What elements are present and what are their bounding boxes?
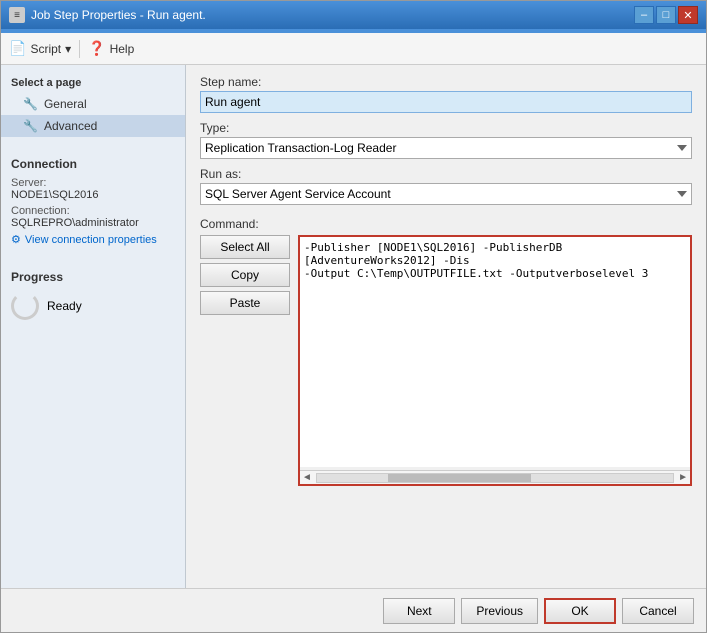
help-icon: ❓ (88, 40, 105, 57)
connection-link-icon: ⚙ (11, 233, 21, 246)
horizontal-scrollbar[interactable]: ◄ ► (300, 470, 690, 484)
progress-spinner (11, 292, 39, 320)
script-label: Script (30, 42, 61, 56)
scrollbar-thumb (388, 474, 530, 482)
select-all-button[interactable]: Select All (200, 235, 290, 259)
previous-button[interactable]: Previous (461, 598, 538, 624)
step-name-input[interactable] (200, 91, 692, 113)
command-textarea-wrapper: -Publisher [NODE1\SQL2016] -PublisherDB … (298, 235, 692, 486)
toolbar-sep (79, 40, 80, 58)
command-label: Command: (200, 213, 290, 231)
toolbar: 📄 Script ▾ ❓ Help (1, 33, 706, 65)
script-menu[interactable]: 📄 Script ▾ (9, 40, 71, 57)
command-buttons: Select All Copy Paste (200, 235, 290, 486)
connection-label: Connection: (11, 205, 175, 217)
progress-section: Progress Ready (1, 266, 185, 324)
right-panel: Step name: Type: Replication Transaction… (186, 65, 706, 588)
help-button[interactable]: ❓ Help (88, 40, 134, 57)
nav-buttons: Next Previous (383, 598, 538, 624)
connection-section: Connection Server: NODE1\SQL2016 Connect… (1, 153, 185, 250)
progress-status: Ready (47, 299, 82, 313)
ok-button[interactable]: OK (544, 598, 616, 624)
help-label: Help (110, 42, 135, 56)
maximize-button[interactable]: □ (656, 6, 676, 24)
general-icon: 🔧 (23, 97, 38, 111)
window-title: Job Step Properties - Run agent. (31, 8, 206, 22)
scroll-left-arrow[interactable]: ◄ (300, 472, 314, 483)
command-area: Command: Select All Copy Paste -Publishe… (200, 213, 692, 486)
advanced-icon: 🔧 (23, 119, 38, 133)
paste-button[interactable]: Paste (200, 291, 290, 315)
sidebar-item-general[interactable]: 🔧 General (1, 93, 185, 115)
script-icon: 📄 (9, 40, 26, 57)
minimize-button[interactable]: – (634, 6, 654, 24)
server-value: NODE1\SQL2016 (11, 189, 175, 201)
progress-title: Progress (11, 270, 175, 284)
copy-button[interactable]: Copy (200, 263, 290, 287)
command-label-row: Command: (200, 213, 692, 231)
server-label: Server: (11, 177, 175, 189)
cancel-button[interactable]: Cancel (622, 598, 694, 624)
connection-value: SQLREPRO\administrator (11, 217, 175, 229)
command-textarea[interactable]: -Publisher [NODE1\SQL2016] -PublisherDB … (300, 237, 690, 467)
sidebar-item-general-label: General (44, 97, 87, 111)
command-row: Select All Copy Paste -Publisher [NODE1\… (200, 235, 692, 486)
sidebar-item-advanced-label: Advanced (44, 119, 97, 133)
view-connection-label: View connection properties (25, 234, 157, 246)
scrollbar-track (316, 473, 674, 483)
step-name-group: Step name: (200, 75, 692, 113)
title-bar: ≡ Job Step Properties - Run agent. – □ ✕ (1, 1, 706, 29)
type-label: Type: (200, 121, 692, 135)
connection-title: Connection (11, 157, 175, 171)
app-icon: ≡ (9, 7, 25, 23)
view-connection-link[interactable]: ⚙ View connection properties (11, 233, 175, 246)
main-window: ≡ Job Step Properties - Run agent. – □ ✕… (0, 0, 707, 633)
footer: Next Previous OK Cancel (1, 588, 706, 632)
select-page-title: Select a page (1, 73, 185, 93)
next-button[interactable]: Next (383, 598, 455, 624)
script-dropdown-icon: ▾ (65, 42, 71, 56)
close-button[interactable]: ✕ (678, 6, 698, 24)
sidebar-item-advanced[interactable]: 🔧 Advanced (1, 115, 185, 137)
title-bar-left: ≡ Job Step Properties - Run agent. (9, 7, 206, 23)
step-name-label: Step name: (200, 75, 692, 89)
window-controls: – □ ✕ (634, 6, 698, 24)
run-as-label: Run as: (200, 167, 692, 181)
scroll-right-arrow[interactable]: ► (676, 472, 690, 483)
main-content: Select a page 🔧 General 🔧 Advanced Conne… (1, 65, 706, 588)
run-as-select[interactable]: SQL Server Agent Service Account (200, 183, 692, 205)
type-group: Type: Replication Transaction-Log Reader (200, 121, 692, 159)
sidebar: Select a page 🔧 General 🔧 Advanced Conne… (1, 65, 186, 588)
type-select[interactable]: Replication Transaction-Log Reader (200, 137, 692, 159)
run-as-group: Run as: SQL Server Agent Service Account (200, 167, 692, 205)
progress-area: Ready (11, 292, 175, 320)
